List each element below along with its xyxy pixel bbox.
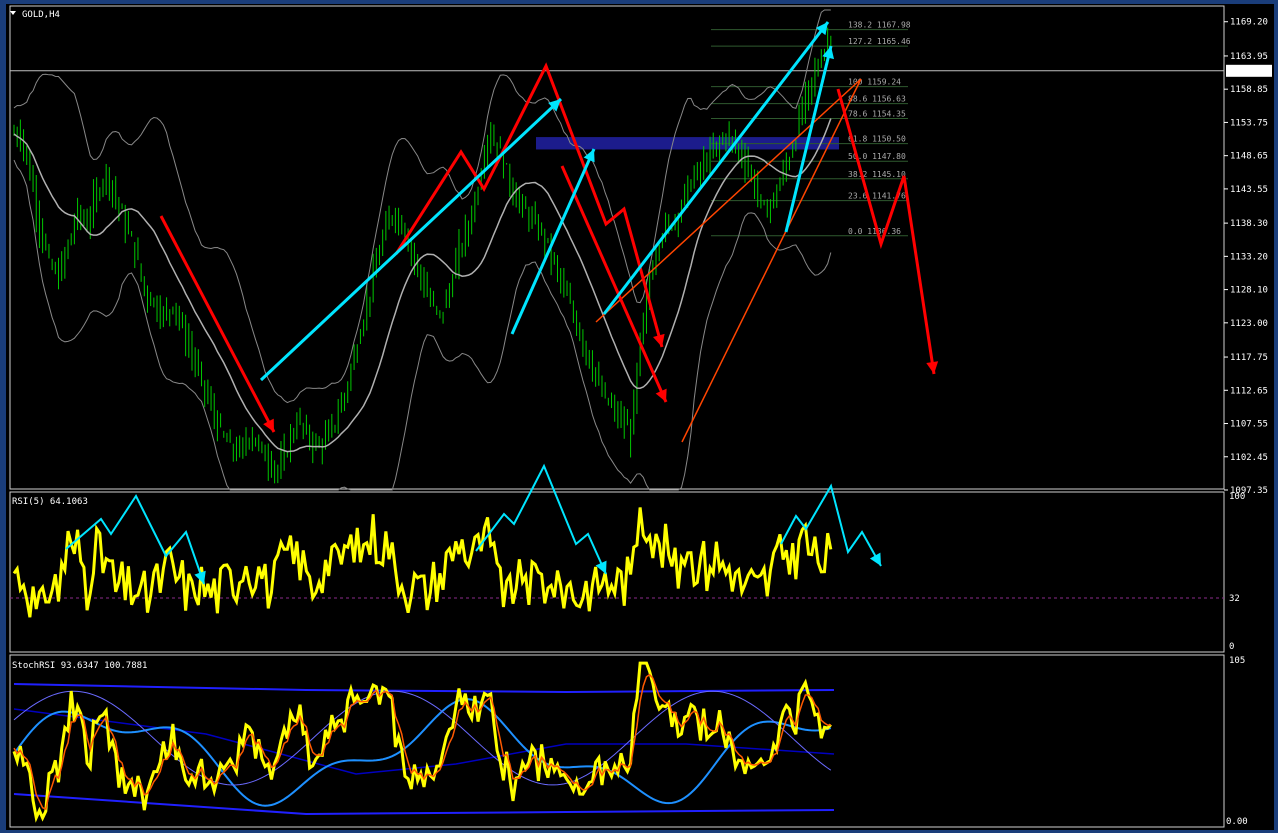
red-arrow-down-1: [159, 215, 276, 433]
price-axis-label: 1133.20: [1230, 252, 1268, 262]
fib-level-label: 78.6 1154.35: [848, 110, 906, 119]
trendline-orange-2: [681, 78, 862, 443]
price-axis-label: 1138.30: [1230, 219, 1268, 229]
rsi-cyan-arrow-3: [780, 483, 882, 567]
price-axis-label: 1158.85: [1230, 85, 1268, 95]
fib-level-label: 61.8 1150.50: [848, 135, 906, 144]
price-axis-label: 1112.65: [1230, 386, 1268, 396]
rsi-axis-label: 0: [1229, 642, 1234, 652]
price-axis-label: 1107.55: [1230, 420, 1268, 430]
rsi-line: [12, 507, 833, 618]
fib-level-label: 38.2 1145.10: [848, 170, 906, 179]
candles: [13, 27, 832, 484]
stoch-band-lower: [13, 793, 835, 816]
stoch-axis-label: 0.00: [1226, 817, 1248, 827]
cyan-arrow-up-2: [510, 148, 596, 335]
fib-level-label: 127.2 1165.46: [848, 37, 911, 46]
moving-average: [13, 118, 832, 453]
price-axis-label: 1169.20: [1230, 18, 1268, 28]
bollinger-lower: [13, 159, 832, 491]
price-chart[interactable]: GOLD,H4 1169.20 1163.95 1158.85 1153.75 1148.…: [6, 4, 1274, 830]
fib-level-label: 138.2 1167.98: [848, 21, 911, 30]
cyan-arrow-up-3: [602, 21, 830, 315]
chart-title-label: GOLD,H4: [22, 10, 60, 20]
stoch-title-label: StochRSI 93.6347 100.7881: [12, 661, 147, 671]
price-axis-label: 1102.45: [1230, 453, 1268, 463]
price-axis-label: 1117.75: [1230, 353, 1268, 363]
fib-level-label: 0.0 1136.36: [848, 227, 901, 236]
fib-level-label: 88.6 1156.63: [848, 95, 906, 104]
chart-window: GOLD,H4 1169.20 1163.95 1158.85 1153.75 1148.…: [0, 0, 1278, 833]
bollinger-upper: [13, 9, 831, 404]
rsi-title-label: RSI(5) 64.1063: [12, 497, 88, 507]
price-axis-label: 1143.55: [1230, 185, 1268, 195]
price-axis-label: 1123.00: [1230, 319, 1268, 329]
stoch-axis-label: 105: [1229, 656, 1245, 666]
fib-level-label: 100 1159.24: [848, 78, 901, 87]
stoch-band-mid: [13, 708, 835, 775]
price-axis-label: 1128.10: [1230, 286, 1268, 296]
chart-area: GOLD,H4 1169.20 1163.95 1158.85 1153.75 1148.…: [6, 4, 1274, 830]
cyan-arrow-up-1: [259, 97, 563, 382]
current-price-label: 1161.67: [1229, 67, 1267, 77]
dropdown-icon: [10, 11, 16, 15]
price-axis-label: 1153.75: [1230, 118, 1268, 128]
stoch-panel-border: [9, 654, 1225, 828]
rsi-axis-label: 100: [1229, 492, 1245, 502]
red-arrow-down-2: [560, 165, 668, 403]
price-axis-label: 1148.65: [1230, 152, 1268, 162]
rsi-axis-label: 32: [1229, 594, 1240, 604]
main-panel-border: [9, 5, 1225, 490]
price-axis-label: 1163.95: [1230, 52, 1268, 62]
